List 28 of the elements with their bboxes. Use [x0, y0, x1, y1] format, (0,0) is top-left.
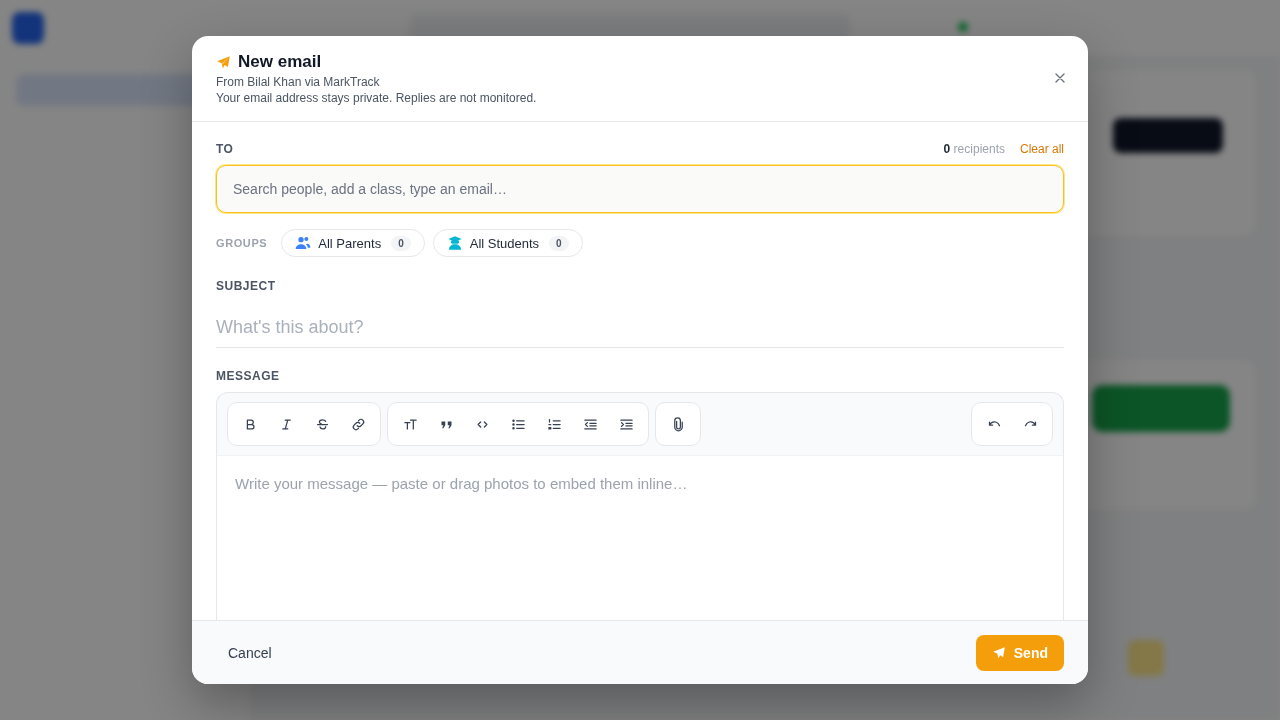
indent-icon	[618, 416, 634, 432]
text-size-icon	[402, 416, 418, 432]
paper-plane-icon	[991, 645, 1006, 660]
blurred-tile	[1128, 640, 1164, 676]
app-logo	[12, 12, 44, 44]
bullet-list-icon	[510, 416, 526, 432]
numbered-list-icon	[546, 416, 562, 432]
message-field[interactable]: Write your message — paste or drag photos to embed them inline…	[216, 456, 1064, 620]
subject-label: SUBJECT	[216, 279, 277, 293]
outdent-icon	[582, 416, 598, 432]
group-chip[interactable]: All Parents 0	[281, 229, 425, 257]
strikethrough-icon	[314, 416, 330, 432]
dialog-title: New email	[238, 52, 322, 72]
link-icon	[350, 416, 366, 432]
cancel-button[interactable]: Cancel	[216, 638, 284, 667]
people-icon	[295, 235, 312, 251]
message-label: MESSAGE	[216, 369, 281, 383]
groups-label: GROUPS	[216, 237, 268, 249]
sender-line: From Bilal Khan via MarkTrack	[216, 74, 381, 90]
privacy-note: Your email address stays private. Replies are not monitored.	[216, 90, 537, 106]
group-chip[interactable]: All Students 0	[432, 229, 583, 257]
count-badge: 0	[391, 235, 411, 251]
to-label: TO	[216, 142, 234, 156]
recipient-search-field[interactable]: Search people, add a class, type an email…	[216, 165, 1064, 213]
count-badge: 0	[549, 235, 569, 251]
paper-plane-icon	[216, 54, 231, 70]
recipient-count: 0 recipients	[943, 142, 1005, 156]
graduate-icon	[446, 235, 463, 251]
